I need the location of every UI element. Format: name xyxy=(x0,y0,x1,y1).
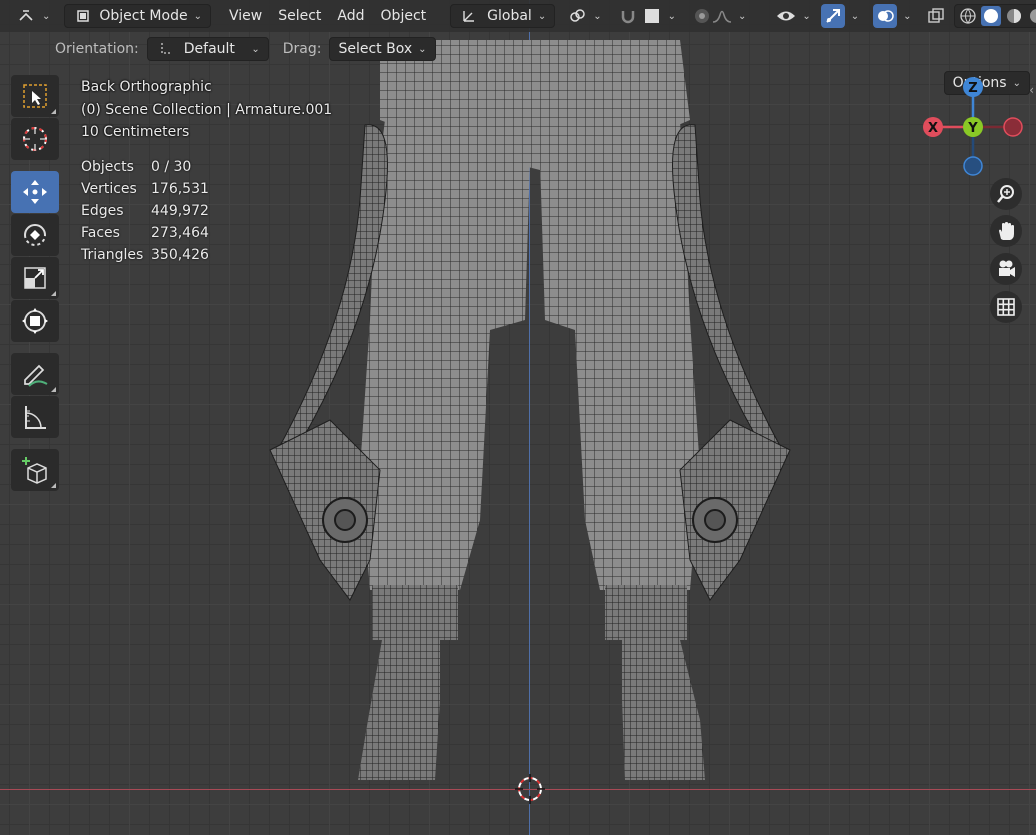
link-icon xyxy=(567,6,587,26)
wireframe-shading-icon[interactable] xyxy=(958,6,978,26)
drag-dropdown[interactable]: Select Box ⌄ xyxy=(329,37,436,61)
select-box-icon xyxy=(23,84,47,108)
chevron-down-icon: ⌄ xyxy=(418,43,427,55)
gizmo-icon xyxy=(820,4,845,28)
grid-icon xyxy=(997,298,1015,316)
orientation-icon xyxy=(459,6,479,26)
shading-mode-group xyxy=(953,4,1036,28)
measure-icon xyxy=(25,406,46,429)
proportional-editing-toggle[interactable]: ⌄ xyxy=(684,4,754,28)
gizmo-x-label: X xyxy=(928,121,938,136)
gizmo-neg-z-axis xyxy=(963,156,983,176)
orientation-value: Default xyxy=(183,41,235,57)
tool-settings-bar: Orientation: Default ⌄ Drag: Select Box … xyxy=(0,33,1036,95)
add-cube-icon xyxy=(22,457,47,484)
editor-type-icon xyxy=(16,6,36,26)
eye-icon xyxy=(776,6,796,26)
rotate-tool[interactable] xyxy=(11,214,59,256)
snap-target-icon xyxy=(642,6,662,26)
transform-tool[interactable] xyxy=(11,300,59,342)
menu-object[interactable]: Object xyxy=(373,4,435,28)
gizmo-z-label: Z xyxy=(968,81,977,96)
cursor-tool[interactable] xyxy=(11,118,59,160)
gizmo-neg-x-axis xyxy=(1003,117,1023,137)
chevron-down-icon: ⌄ xyxy=(850,10,860,22)
overlays-toggle[interactable]: ⌄ xyxy=(871,4,913,28)
menu-add[interactable]: Add xyxy=(329,4,372,28)
grid-scale-label: 10 Centimeters xyxy=(81,124,190,140)
camera-view-button[interactable] xyxy=(990,253,1022,285)
transform-icon xyxy=(22,308,48,334)
solid-shading-icon[interactable] xyxy=(980,6,1001,26)
orientation-dropdown[interactable]: Default ⌄ xyxy=(146,37,269,61)
material-shading-icon[interactable] xyxy=(1004,6,1024,26)
3d-cursor xyxy=(515,774,545,804)
measure-tool[interactable] xyxy=(11,396,59,438)
stat-row: Objects 0 / 30 xyxy=(81,159,192,175)
chevron-down-icon: ⌄ xyxy=(537,10,547,22)
transform-orientation-dropdown[interactable]: Global ⌄ xyxy=(450,4,556,28)
stat-row: Triangles 350,426 xyxy=(81,247,209,263)
overlays-icon xyxy=(873,4,898,28)
hand-icon xyxy=(999,222,1014,240)
perspective-toggle-button[interactable] xyxy=(990,291,1022,323)
cursor-icon xyxy=(23,127,47,151)
annotate-tool[interactable] xyxy=(11,353,59,395)
navigation-gizmo[interactable]: Z X Y xyxy=(920,75,1030,180)
gizmo-y-label: Y xyxy=(967,121,978,136)
xray-toggle[interactable] xyxy=(922,4,950,28)
chevron-down-icon: ⌄ xyxy=(737,10,747,22)
editor-type-button[interactable]: ⌄ xyxy=(8,4,58,28)
add-cube-tool[interactable] xyxy=(11,449,59,491)
stat-row: Edges 449,972 xyxy=(81,203,209,219)
menu-view[interactable]: View xyxy=(221,4,270,28)
zoom-icon xyxy=(997,185,1014,203)
move-tool[interactable] xyxy=(11,171,59,213)
orientation-field-label: Orientation: xyxy=(55,41,139,57)
menu-select[interactable]: Select xyxy=(270,4,329,28)
move-icon xyxy=(23,180,47,204)
scale-tool[interactable] xyxy=(11,257,59,299)
proportional-icon xyxy=(692,6,712,26)
gizmo-toggle[interactable]: ⌄ xyxy=(819,4,861,28)
chevron-down-icon: ⌄ xyxy=(903,10,912,22)
object-mode-icon xyxy=(73,6,93,26)
drag-field-label: Drag: xyxy=(282,41,322,57)
chevron-down-icon: ⌄ xyxy=(802,10,811,22)
orientation-label: Global xyxy=(487,8,532,24)
visibility-button[interactable]: ⌄ xyxy=(768,4,818,28)
scene-statistics: Objects 0 / 30 Vertices 176,531 Edges 449,9… xyxy=(81,156,209,266)
select-box-tool[interactable] xyxy=(11,75,59,117)
magnet-icon xyxy=(618,6,638,26)
pivot-point-button[interactable]: ⌄ xyxy=(559,4,609,28)
stat-row: Faces 273,464 xyxy=(81,225,209,241)
sidebar-toggle-icon[interactable]: ‹ xyxy=(1029,83,1034,97)
pan-button[interactable] xyxy=(990,215,1022,247)
zoom-button[interactable] xyxy=(990,178,1022,210)
mode-dropdown[interactable]: Object Mode ⌄ xyxy=(64,4,211,28)
scale-icon xyxy=(24,267,46,289)
stat-row: Vertices 176,531 xyxy=(81,181,209,197)
snap-toggle[interactable]: ⌄ xyxy=(610,4,684,28)
drag-value: Select Box xyxy=(338,41,413,57)
chevron-down-icon: ⌄ xyxy=(251,43,260,55)
xray-icon xyxy=(926,6,946,26)
view-name: Back Orthographic xyxy=(81,79,212,95)
camera-icon xyxy=(999,260,1015,277)
orientation-icon xyxy=(156,39,176,59)
falloff-icon xyxy=(712,6,732,26)
tool-shelf xyxy=(11,75,59,492)
annotate-icon xyxy=(24,364,48,387)
collection-label: (0) Scene Collection | Armature.001 xyxy=(81,101,333,118)
rendered-shading-icon[interactable] xyxy=(1027,6,1036,26)
chevron-down-icon: ⌄ xyxy=(593,10,602,22)
viewport-info-overlay: Back Orthographic (0) Scene Collection |… xyxy=(81,76,332,144)
rotate-icon xyxy=(24,224,46,246)
chevron-down-icon: ⌄ xyxy=(667,10,676,22)
chevron-down-icon: ⌄ xyxy=(42,10,51,22)
viewport-header: ⌄ Object Mode ⌄ View Select Add Object G… xyxy=(0,0,1036,32)
mode-label: Object Mode xyxy=(99,8,188,24)
chevron-down-icon: ⌄ xyxy=(193,10,202,22)
